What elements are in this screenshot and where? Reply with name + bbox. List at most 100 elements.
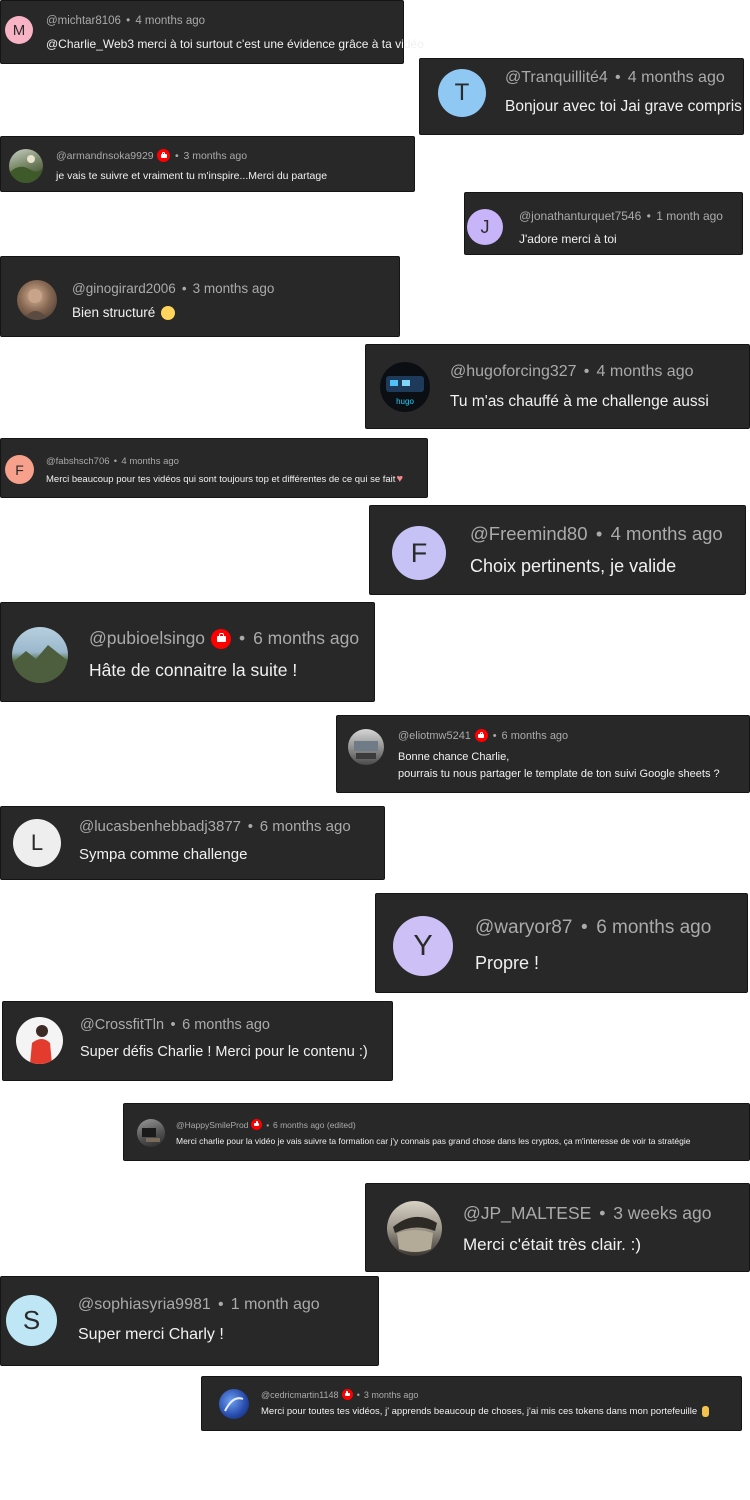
comment-time[interactable]: 6 months ago [260,818,351,835]
comment-time[interactable]: 3 months ago [193,281,275,296]
comment-card: @pubioelsingo • 6 months ago Hâte de conna… [0,602,375,702]
comment-text: Propre ! [475,953,540,973]
comment-card: M @michtar8106 • 4 months ago @Charlie_Web… [0,0,424,64]
creator-badge-icon [251,1119,263,1130]
comment-meta: @ginogirard2006 • 3 months ago [72,281,275,296]
comment-time[interactable]: 6 months ago [182,1017,270,1033]
comment-author[interactable]: @armandnsoka9929 [56,150,154,162]
comment-text: Bien structuré [72,305,175,321]
comment-time[interactable]: 4 months ago [628,69,725,87]
avatar[interactable]: F [392,526,446,580]
comment-text: Super défis Charlie ! Merci pour le cont… [80,1044,368,1060]
comment-card: Y @waryor87 • 6 months ago Propre ! [375,893,748,993]
comment-author[interactable]: @fabshsch706 [46,456,110,467]
cap-photo-icon [393,1216,437,1252]
comment-author[interactable]: @sophiasyria9981 [78,1296,211,1314]
comment-time[interactable]: 6 months ago [596,917,711,939]
comment-card: F @fabshsch706 • 4 months ago Merci beauco… [0,438,428,498]
comment-text: Sympa comme challenge [79,846,248,863]
comment-meta: @CrossfitTln • 6 months ago [80,1017,270,1033]
creator-badge-icon [474,729,488,742]
comment-time[interactable]: 4 months ago [121,456,179,467]
avatar[interactable] [12,627,68,683]
comment-author[interactable]: @CrossfitTln [80,1017,164,1033]
comment-text: Merci beaucoup pour tes vidéos qui sont … [46,473,403,485]
avatar[interactable] [16,1017,63,1064]
comment-time[interactable]: 3 months ago [183,150,247,162]
comment-author[interactable]: @ginogirard2006 [72,281,176,296]
abstract-photo-icon [224,1397,244,1412]
landscape-photo-icon [9,155,43,183]
creator-badge-icon [211,628,232,649]
heart-emoji-icon: ♥ [396,473,403,485]
avatar[interactable]: S [6,1295,57,1346]
comment-time[interactable]: 6 months ago [502,730,569,742]
avatar[interactable]: F [5,455,34,484]
comment-card: @HappySmileProd • 6 months ago (edited) Me… [123,1103,750,1161]
comment-card: @cedricmartin1148 • 3 months ago Merci pou… [201,1376,742,1431]
fingers-crossed-emoji-icon [702,1406,710,1417]
comment-author[interactable]: @eliotmw5241 [398,730,471,742]
logo-photo-icon: hugo [386,376,424,406]
avatar[interactable]: T [438,69,486,117]
comment-author[interactable]: @JP_MALTESE [463,1203,591,1224]
comment-card: J @jonathanturquet7546 • 1 month ago J'ado… [464,192,743,255]
avatar[interactable]: Y [393,916,453,976]
avatar-letter: J [480,216,490,237]
avatar-letter: T [454,79,470,106]
comment-time[interactable]: 6 months ago (edited) [273,1120,356,1130]
comment-author[interactable]: @michtar8106 [46,15,121,27]
creator-badge-icon [157,149,171,162]
comment-card: @armandnsoka9929 • 3 months ago je vais te… [0,136,415,192]
comment-body: Merci pour toutes tes vidéos, j' apprend… [261,1406,698,1418]
avatar-letter: M [12,21,26,39]
creator-badge-icon [341,1389,353,1400]
comment-author[interactable]: @pubioelsingo [89,628,205,649]
svg-text:hugo: hugo [396,397,414,406]
comment-time[interactable]: 3 months ago [364,1390,419,1400]
comment-author[interactable]: @Tranquillité4 [505,69,608,87]
avatar-letter: S [22,1305,41,1335]
comment-time[interactable]: 6 months ago [253,628,359,649]
comment-author[interactable]: @hugoforcing327 [450,363,577,381]
comment-time[interactable]: 4 months ago [135,15,205,27]
comment-time[interactable]: 4 months ago [611,523,723,545]
comment-card: @eliotmw5241 • 6 months ago Bonne chance C… [336,715,750,793]
comment-body: Bien structuré [72,305,156,320]
avatar[interactable] [348,729,384,765]
comment-time[interactable]: 3 weeks ago [613,1203,711,1224]
avatar[interactable]: J [467,209,503,245]
comment-time[interactable]: 4 months ago [597,363,694,381]
comment-author[interactable]: @jonathanturquet7546 [519,209,641,223]
smile-emoji-icon [160,306,175,321]
comment-meta: @Freemind80 • 4 months ago [470,523,723,545]
avatar[interactable] [219,1389,249,1419]
avatar[interactable] [9,149,43,183]
avatar[interactable] [137,1119,165,1147]
comment-author[interactable]: @cedricmartin1148 [261,1390,339,1400]
comment-author[interactable]: @HappySmileProd [176,1120,248,1130]
room-photo-icon [354,741,378,759]
comment-author[interactable]: @lucasbenhebbadj3877 [79,818,241,835]
comment-time[interactable]: 1 month ago [231,1296,320,1314]
comment-author[interactable]: @waryor87 [475,917,572,939]
comment-meta: @michtar8106 • 4 months ago [46,15,206,27]
comment-text: Bonne chance Charlie, [398,751,510,763]
comment-time[interactable]: 1 month ago [656,209,723,223]
comment-meta: @hugoforcing327 • 4 months ago [450,363,694,381]
avatar[interactable] [387,1201,442,1256]
avatar-letter: F [15,461,24,478]
comment-card: S @sophiasyria9981 • 1 month ago Super mer… [0,1276,379,1366]
comment-meta: @pubioelsingo • 6 months ago [89,628,360,649]
comment-card: hugo @hugoforcing327 • 4 months ago Tu m'a… [365,344,750,429]
portrait-photo-icon [23,289,49,320]
comment-meta: @cedricmartin1148 • 3 months ago [261,1389,419,1400]
avatar[interactable]: M [5,16,33,44]
avatar[interactable]: hugo [380,362,430,412]
avatar[interactable] [17,280,57,320]
comment-author[interactable]: @Freemind80 [470,523,588,545]
comment-card: L @lucasbenhebbadj3877 • 6 months ago Symp… [0,806,385,880]
comment-meta: @fabshsch706 • 4 months ago [46,456,179,467]
avatar[interactable]: L [13,819,61,867]
comment-text: Choix pertinents, je valide [470,556,677,576]
